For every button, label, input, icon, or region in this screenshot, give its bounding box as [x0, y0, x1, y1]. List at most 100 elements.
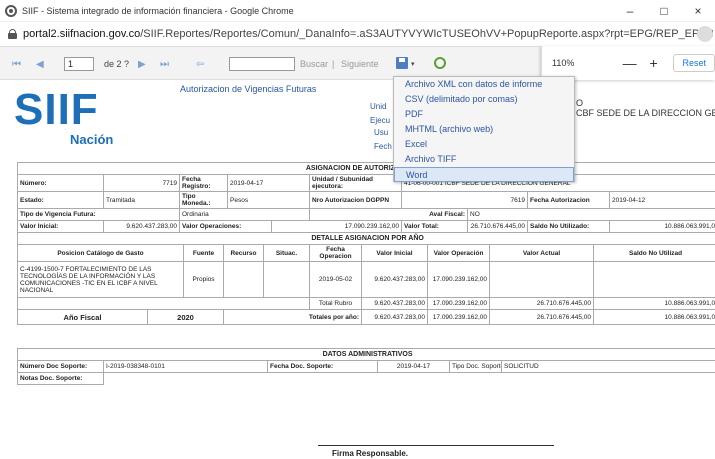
valor-total-label: Valor Total: [401, 220, 468, 233]
col-situac: Situac. [263, 244, 310, 262]
notas-doc-label: Notas Doc. Soporte: [17, 372, 104, 385]
report-title: Autorizacion de Vigencias Futuras [180, 84, 317, 94]
col-fuente: Fuente [183, 244, 224, 262]
first-page-icon[interactable]: ⏮ [12, 47, 21, 81]
row-valor-operacion: 17.090.239.162,00 [427, 261, 490, 298]
totales-vo: 17.090.239.162,00 [427, 309, 490, 325]
totales-vi: 9.620.437.283,00 [361, 309, 428, 325]
url-path: /SIIF.Reportes/Reportes/Comun/_DanaInfo=… [140, 28, 713, 40]
fecha-registro-label: Fecha Registro: [179, 174, 228, 192]
saldo-value: 10.886.063.991,0 [608, 220, 715, 233]
window-title: SIIF - Sistema integrado de información … [22, 5, 294, 16]
detalle-table: DETALLE ASIGNACION POR AÑO Posicion Catá… [16, 232, 715, 325]
col-valor-actual: Valor Actual [489, 244, 594, 262]
col-saldo: Saldo No Utilizad [592, 244, 715, 262]
nro-autorizacion-value: 7619 [401, 191, 528, 209]
total-rubro-saldo: 10.886.063.991,0 [592, 297, 715, 310]
total-rubro-va: 26.710.676.445,00 [489, 297, 594, 310]
nro-autorizacion-label: Nro Autorizacion DGPPN [309, 191, 402, 209]
col-recurso: Recurso [223, 244, 264, 262]
export-csv-item[interactable]: CSV (delimitado por comas) [394, 92, 574, 107]
export-excel-item[interactable]: Excel [394, 137, 574, 152]
last-page-icon[interactable]: ⏭ [160, 47, 169, 81]
totales-ano-label: Totales por año: [223, 309, 362, 325]
aval-fiscal-label: Aval Fiscal: [309, 208, 468, 221]
signature-line [318, 445, 554, 446]
fecha-autorizacion-label: Fecha Autorizacion [527, 191, 610, 209]
lock-icon [8, 29, 17, 39]
row-valor-inicial: 9.620.437.283,00 [361, 261, 428, 298]
row-fuente: Propios [183, 261, 224, 298]
numero-label: Número: [17, 174, 104, 192]
datos-table: DATOS ADMINISTRATIVOS Número Doc Soporte… [16, 348, 715, 385]
estado-value: Tramitada [103, 191, 180, 209]
logo-siif-text: SIIF [14, 85, 99, 134]
header-value: CBF SEDE DE LA DIRECCION GENE [576, 108, 715, 118]
back-icon[interactable]: ⇦ [196, 47, 204, 81]
fecha-label: Fech [374, 142, 392, 151]
export-xml-item[interactable]: Archivo XML con datos de informe [394, 77, 574, 92]
next-page-icon[interactable]: ▶ [138, 47, 146, 81]
row-posicion: C-4199-1500-7 FORTALECIMIENTO DE LAS TEC… [17, 261, 184, 298]
zoom-reset-button[interactable]: Reset [673, 54, 715, 72]
close-button[interactable]: × [681, 0, 715, 22]
fecha-doc-value: 2019-04-17 [377, 360, 450, 373]
numero-value: 7719 [103, 174, 180, 192]
page-number-input[interactable]: 1 [64, 57, 94, 71]
tipo-moneda-value: Pesos [227, 191, 310, 209]
zoom-popup: 110% — + Reset [541, 46, 715, 80]
export-icon[interactable] [396, 57, 408, 69]
address-bar[interactable]: portal2.siifnacion.gov.co/SIIF.Reportes/… [0, 22, 715, 46]
total-rubro-vo: 17.090.239.162,00 [427, 297, 490, 310]
fecha-registro-value: 2019-04-17 [227, 174, 310, 192]
find-link[interactable]: Buscar [300, 47, 328, 81]
num-doc-value: I-2019-038348-0101 [103, 360, 268, 373]
anio-fiscal-value: 2020 [147, 309, 224, 325]
total-rubro-label: Total Rubro [309, 297, 362, 310]
signature-label: Firma Responsable. [332, 449, 409, 458]
refresh-icon[interactable] [434, 57, 446, 69]
valor-operaciones-value: 17.090.239.162,00 [271, 220, 402, 233]
header-labels-2: Usu Fech [374, 126, 392, 154]
saldo-label: Saldo No Utilizado: [527, 220, 610, 233]
header-labels: Unid Ejecu [370, 100, 390, 128]
find-input[interactable] [229, 57, 295, 71]
row-recurso [223, 261, 264, 298]
unidad-ejecutora-label: Unidad / Subunidad ejecutora: [309, 174, 402, 192]
minimize-button[interactable]: – [613, 0, 647, 22]
section-datos: DATOS ADMINISTRATIVOS [16, 348, 715, 361]
maximize-button[interactable]: □ [647, 0, 681, 22]
zoom-level: 110% [552, 58, 575, 68]
tipo-doc-label: Tipo Doc. Soporte: [449, 360, 502, 373]
export-pdf-item[interactable]: PDF [394, 107, 574, 122]
export-mhtml-item[interactable]: MHTML (archivo web) [394, 122, 574, 137]
zoom-in-button[interactable]: + [642, 55, 666, 71]
total-rubro-spacer [17, 297, 310, 310]
url-text[interactable]: portal2.siifnacion.gov.co/SIIF.Reportes/… [23, 28, 713, 40]
logo-nacion-text: Nación [70, 132, 114, 147]
url-host: portal2.siifnacion.gov.co [23, 28, 141, 40]
col-valor-inicial: Valor Inicial [361, 244, 428, 262]
site-favicon-icon [5, 4, 17, 17]
row-valor-actual [489, 261, 594, 298]
title-bar: SIIF - Sistema integrado de información … [0, 0, 715, 22]
find-next-link[interactable]: Siguiente [341, 47, 379, 81]
export-word-item[interactable]: Word [394, 167, 574, 182]
export-tiff-item[interactable]: Archivo TIFF [394, 152, 574, 167]
siif-logo: SIIF Nación [14, 84, 122, 150]
tipo-doc-value: SOLICITUD [500, 360, 715, 373]
totales-va: 26.710.676.445,00 [489, 309, 594, 325]
prev-page-icon[interactable]: ◀ [36, 47, 44, 81]
row-saldo [592, 261, 715, 298]
row-fecha: 2019-05-02 [309, 261, 362, 298]
anio-fiscal-label: Año Fiscal [17, 309, 148, 325]
tipo-vigencia-value: Ordinaria [179, 208, 310, 221]
zoom-badge-icon[interactable] [697, 26, 713, 42]
row-situac [263, 261, 310, 298]
valor-inicial-value: 9.620.437.283,00 [103, 220, 180, 233]
total-rubro-vi: 9.620.437.283,00 [361, 297, 428, 310]
zoom-out-button[interactable]: — [618, 55, 642, 71]
section-asignacion: ASIGNACION DE AUTORIZACION DE [16, 162, 715, 175]
export-menu: Archivo XML con datos de informe CSV (de… [393, 76, 575, 182]
header-unidad-value: O CBF SEDE DE LA DIRECCION GENE [576, 98, 715, 118]
